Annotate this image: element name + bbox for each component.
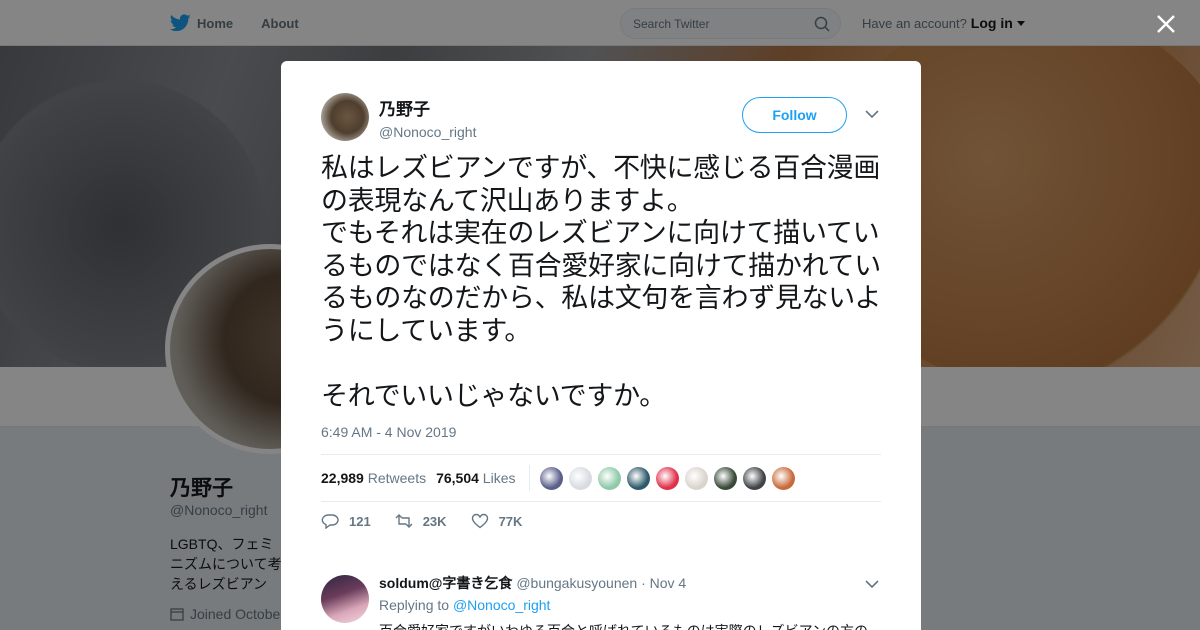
likes-stat[interactable]: 76,504 Likes bbox=[436, 470, 515, 486]
author-name[interactable]: 乃野子 bbox=[379, 95, 477, 120]
retweet-button[interactable]: 23K bbox=[395, 513, 447, 529]
retweets-count: 22,989 bbox=[321, 470, 364, 486]
reply-author-handle: @bungakusyounen bbox=[516, 575, 638, 591]
reply-separator: · bbox=[641, 575, 646, 591]
chevron-down-icon[interactable] bbox=[865, 109, 879, 119]
liker-avatar[interactable] bbox=[656, 466, 680, 490]
stats-divider bbox=[529, 465, 531, 491]
liker-avatar[interactable] bbox=[540, 466, 564, 490]
tweet-permalink-modal: 乃野子 @Nonoco_right Follow 私はレズビアンですが、不快に感… bbox=[281, 61, 921, 630]
likes-count: 76,504 bbox=[436, 470, 479, 486]
reply-icon bbox=[321, 514, 339, 529]
reply-text: 百合愛好家ですがいわゆる百合と呼ばれているものは実際のレズビアンの方の bbox=[379, 621, 879, 630]
liker-avatars bbox=[540, 466, 796, 490]
retweet-icon bbox=[395, 514, 413, 528]
liker-avatar[interactable] bbox=[714, 466, 738, 490]
replying-to-link[interactable]: @Nonoco_right bbox=[453, 597, 551, 613]
tweet-author[interactable]: 乃野子 @Nonoco_right bbox=[321, 93, 477, 141]
author-avatar[interactable] bbox=[321, 93, 369, 141]
replying-prefix: Replying to bbox=[379, 597, 450, 613]
like-count: 77K bbox=[498, 513, 523, 529]
retweets-stat[interactable]: 22,989 Retweets bbox=[321, 470, 426, 486]
reply-count: 121 bbox=[349, 513, 371, 529]
likes-label: Likes bbox=[482, 470, 516, 486]
liker-avatar[interactable] bbox=[743, 466, 767, 490]
tweet-actions: 121 23K 77K bbox=[321, 513, 546, 529]
reply-header: soldum@字書き乞食 @bungakusyounen · Nov 4 bbox=[379, 573, 686, 593]
liker-avatar[interactable] bbox=[685, 466, 709, 490]
tweet-text: 私はレズビアンですが、不快に感じる百合漫画の表現なんて沢山ありますよ。 でもそれ… bbox=[321, 153, 882, 412]
heart-icon bbox=[471, 513, 488, 529]
liker-avatar[interactable] bbox=[627, 466, 651, 490]
tweet-stats: 22,989 Retweets 76,504 Likes bbox=[321, 454, 881, 502]
close-icon[interactable] bbox=[1156, 14, 1176, 34]
retweets-label: Retweets bbox=[367, 470, 427, 486]
reply-date[interactable]: Nov 4 bbox=[650, 575, 687, 591]
like-button[interactable]: 77K bbox=[471, 513, 523, 529]
reply-chevron-down-icon[interactable] bbox=[865, 579, 879, 589]
liker-avatar[interactable] bbox=[598, 466, 622, 490]
reply-author-avatar[interactable] bbox=[321, 575, 369, 623]
retweet-count: 23K bbox=[422, 513, 447, 529]
reply-button[interactable]: 121 bbox=[321, 513, 371, 529]
tweet-timestamp[interactable]: 6:49 AM - 4 Nov 2019 bbox=[321, 424, 456, 440]
replying-to: Replying to @Nonoco_right bbox=[379, 597, 550, 613]
reply-author-name[interactable]: soldum@字書き乞食 bbox=[379, 575, 512, 591]
author-handle: @Nonoco_right bbox=[379, 123, 477, 140]
liker-avatar[interactable] bbox=[772, 466, 796, 490]
liker-avatar[interactable] bbox=[569, 466, 593, 490]
follow-button[interactable]: Follow bbox=[742, 97, 847, 133]
